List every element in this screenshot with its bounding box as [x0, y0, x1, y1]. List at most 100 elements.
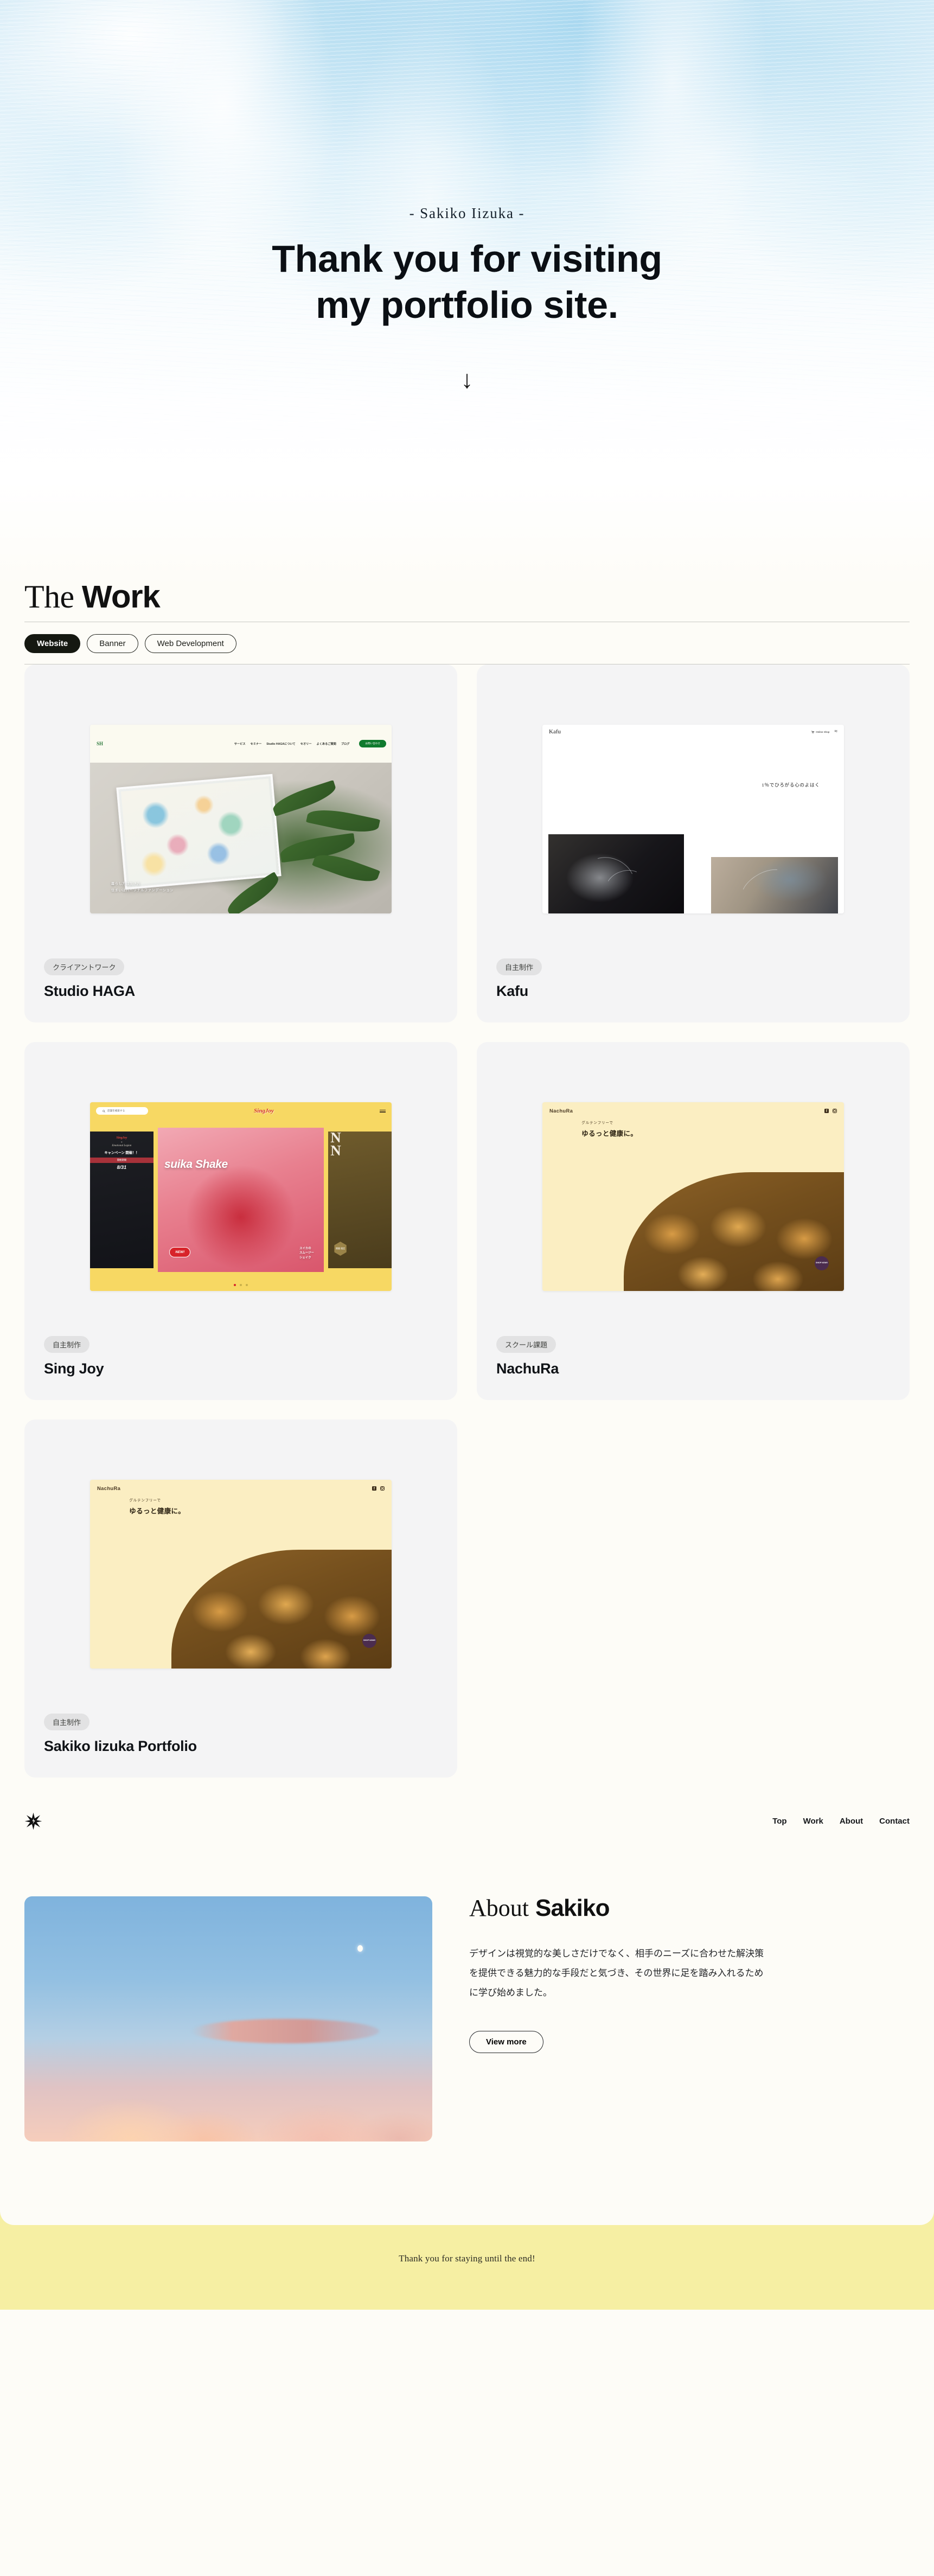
carousel-dot[interactable]: [240, 1283, 242, 1286]
page-title: Thank you for visiting my portfolio site…: [0, 236, 934, 329]
portfolio-shop-now-badge: SHOP NOW!!: [362, 1633, 377, 1648]
sing-side-right-letter: N: [330, 1142, 341, 1159]
thumbnail-wrapper: SH サービス セミナー Studio HAGAについて セオリー よくあるご質…: [44, 684, 438, 958]
hero-eyebrow: - Sakiko Iizuka -: [409, 205, 525, 221]
sing-subcopy-line-1: スイカの: [299, 1247, 311, 1250]
thumbnail-sing-joy: 店舗を検索する SingJoy SingJoy × Emotional Legi…: [90, 1102, 392, 1291]
scroll-down-arrow-icon[interactable]: ↓: [0, 367, 934, 392]
sing-carousel-slide-right: N N 期間 限定: [328, 1132, 392, 1268]
work-card-title: Studio HAGA: [44, 983, 136, 999]
work-card-tag: スクール課題: [496, 1336, 556, 1353]
sing-new-badge: NEW!: [169, 1247, 191, 1258]
haga-mock-logo: SH: [97, 741, 104, 746]
plant-leaf-icon: [306, 804, 381, 838]
haga-caption-line-1: 暮らし方は生き方: [111, 881, 141, 886]
cloud-band: [191, 2019, 380, 2044]
thumbnail-wrapper: NachuRa グルテンフリーで ゆるっと健康に。 SHOP NOW!!: [44, 1439, 438, 1714]
haga-mock-nav-links: サービス セミナー Studio HAGAについて セオリー よくあるご質問 ブ…: [234, 742, 350, 746]
nav-link-about[interactable]: About: [840, 1817, 863, 1826]
sing-side-campaign: キャンペーン 開催！！: [104, 1151, 139, 1155]
footer-rounded-cap: [0, 2201, 934, 2225]
portfolio-copy-line-2: ゆるっと健康に。: [129, 1507, 185, 1516]
instagram-icon: [833, 1108, 837, 1113]
about-sky-image: [24, 1896, 432, 2142]
sing-hero-text: suika Shake: [164, 1158, 228, 1171]
about-heading-sans: Sakiko: [535, 1895, 610, 1921]
work-card-kafu[interactable]: Kafu Online Shop ≈ 1％でひろがる心のよはく 自主制作 Kaf…: [477, 664, 910, 1022]
work-card-title: Sing Joy: [44, 1360, 104, 1377]
facebook-icon: [824, 1108, 829, 1113]
sing-mock-navbar: 店舗を検索する SingJoy: [90, 1102, 392, 1115]
work-section: The Work Website Banner Web Development …: [0, 580, 934, 1794]
haga-mock-artwork: [120, 778, 277, 885]
sing-side-partner: Emotional Legion: [112, 1145, 132, 1148]
sing-search-box: 店舗を検索する: [96, 1107, 148, 1115]
sing-side-period-band: 開催期間: [90, 1158, 153, 1164]
kafu-mock-navbar: Kafu Online Shop ≈: [542, 725, 844, 735]
sing-side-cross: ×: [121, 1141, 123, 1144]
carousel-dot-active[interactable]: [234, 1283, 236, 1286]
work-card-sing-joy[interactable]: 店舗を検索する SingJoy SingJoy × Emotional Legi…: [24, 1042, 457, 1400]
portfolio-social-icons: [372, 1486, 385, 1491]
cloud-cluster: [24, 2065, 432, 2142]
view-more-button[interactable]: View more: [469, 2031, 543, 2054]
cart-icon: [811, 731, 815, 733]
thumbnail-kafu: Kafu Online Shop ≈ 1％でひろがる心のよはく: [542, 725, 844, 913]
kafu-online-shop-link: Online Shop: [811, 731, 830, 733]
kafu-mock-image-right: [711, 856, 838, 913]
work-filter-group: Website Banner Web Development: [24, 622, 910, 664]
carousel-dot[interactable]: [246, 1283, 248, 1286]
haga-mock-caption: 暮らし方は生き方 住まいはパーソナルファンデーション: [111, 881, 174, 894]
work-card-studio-haga[interactable]: SH サービス セミナー Studio HAGAについて セオリー よくあるご質…: [24, 664, 457, 1022]
haga-mock-cta-button: お問い合わせ: [359, 740, 386, 747]
kafu-mock-tagline: 1％でひろがる心のよはく: [762, 782, 820, 788]
hero-title-line-1: Thank you for visiting: [272, 238, 662, 280]
sparkle-star-icon[interactable]: [24, 1812, 42, 1830]
thumbnail-studio-haga: SH サービス セミナー Studio HAGAについて セオリー よくあるご質…: [90, 725, 392, 913]
filter-web-development[interactable]: Web Development: [144, 634, 236, 653]
work-card-tag: 自主制作: [44, 1714, 90, 1730]
footer-nav-links: Top Work About Contact: [772, 1817, 910, 1826]
work-card-title: NachuRa: [496, 1360, 559, 1377]
nav-link-work[interactable]: Work: [803, 1817, 823, 1826]
sing-carousel-slide-main: suika Shake NEW! スイカの スムージー シェイク: [157, 1128, 324, 1272]
carousel-dots: [90, 1280, 392, 1291]
work-card-nachura[interactable]: NachuRa グルテンフリーで ゆるっと健康に。 SHOP NOW!! スクー…: [477, 1042, 910, 1400]
nachura-mock-navbar: NachuRa: [542, 1102, 844, 1114]
work-card-title: Sakiko Iizuka Portfolio: [44, 1738, 197, 1754]
sing-subcopy-line-2: スムージー: [299, 1251, 314, 1255]
sing-date-numerator: 8: [117, 1165, 120, 1171]
nachura-mock-cookie-photo: [624, 1172, 844, 1291]
work-heading: The Work: [24, 580, 910, 622]
haga-nav-item-0: サービス: [234, 742, 246, 746]
work-card-tag: 自主制作: [496, 958, 542, 975]
sing-carousel-slide-left: SingJoy × Emotional Legion キャンペーン 開催！！ 開…: [90, 1132, 153, 1268]
sing-subcopy-line-3: シェイク: [299, 1256, 311, 1260]
nav-link-contact[interactable]: Contact: [879, 1817, 910, 1826]
haga-nav-item-1: セミナー: [250, 742, 262, 746]
search-icon: [103, 1110, 105, 1113]
sing-date-denominator: 31: [121, 1165, 127, 1171]
haga-caption-line-2: 住まいはパーソナルファンデーション: [111, 888, 174, 892]
nachura-copy-line-2: ゆるっと健康に。: [581, 1130, 638, 1138]
sing-mock-logo: SingJoy: [254, 1108, 274, 1115]
filter-website[interactable]: Website: [24, 634, 81, 653]
thumbnail-sakiko-portfolio: NachuRa グルテンフリーで ゆるっと健康に。 SHOP NOW!!: [90, 1480, 392, 1669]
about-body-text: デザインは視覚的な美しさだけでなく、相手のニーズに合わせた解決策を提供できる魅力…: [469, 1948, 764, 1998]
filter-banner[interactable]: Banner: [87, 634, 138, 653]
nav-link-top[interactable]: Top: [772, 1817, 786, 1826]
footer-navigation: Top Work About Contact: [0, 1794, 934, 1845]
thumbnail-nachura: NachuRa グルテンフリーで ゆるっと健康に。 SHOP NOW!!: [542, 1102, 844, 1291]
moon-icon: [357, 1945, 363, 1952]
work-card-sakiko-iizuka-portfolio[interactable]: NachuRa グルテンフリーで ゆるっと健康に。 SHOP NOW!! 自主制…: [24, 1420, 457, 1778]
portfolio-mock-cookie-photo: [171, 1549, 392, 1669]
portfolio-mock-logo: NachuRa: [97, 1485, 121, 1492]
haga-nav-item-5: ブログ: [341, 742, 350, 746]
footer-message: Thank you for staying until the end!: [399, 2253, 535, 2264]
about-heading: About Sakiko: [469, 1896, 910, 1920]
haga-mock-art-frame: [116, 774, 282, 890]
nachura-shop-now-badge: SHOP NOW!!: [815, 1256, 829, 1270]
haga-mock-navbar: SH サービス セミナー Studio HAGAについて セオリー よくあるご質…: [90, 725, 392, 763]
work-card-tag: クライアントワーク: [44, 958, 125, 975]
nachura-social-icons: [824, 1108, 837, 1113]
